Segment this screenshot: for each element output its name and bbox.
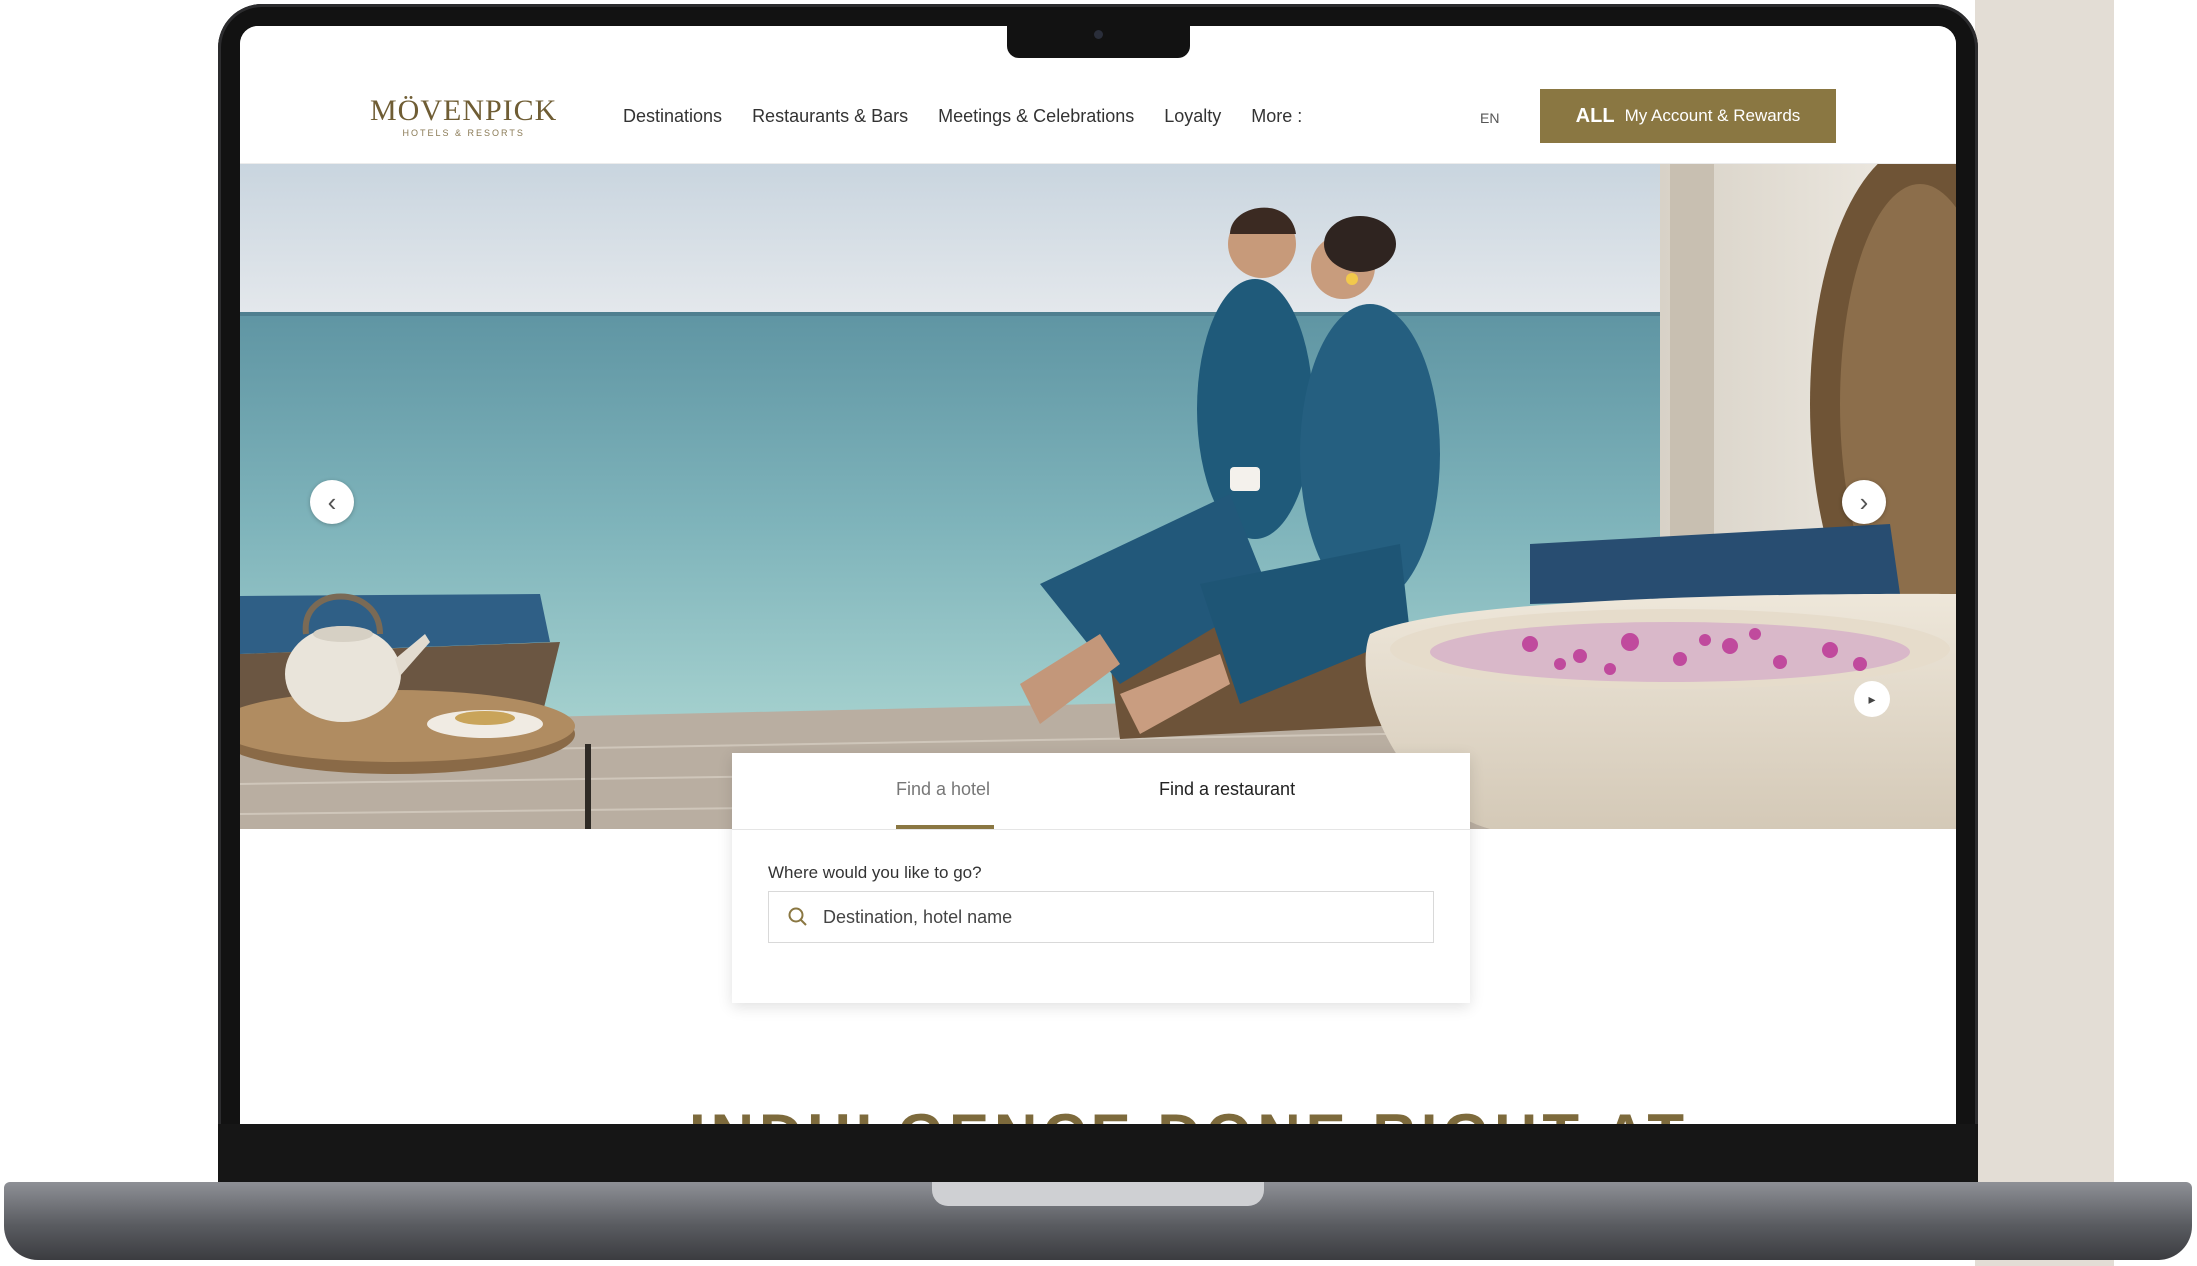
account-rewards-button[interactable]: ALL My Account & Rewards [1540, 89, 1836, 143]
logo-subtext: HOTELS & RESORTS [402, 128, 525, 138]
nav-loyalty[interactable]: Loyalty [1164, 106, 1221, 127]
hero-image [240, 164, 1956, 829]
camera-icon [1094, 30, 1103, 39]
destination-input[interactable] [821, 892, 1425, 942]
active-tab-indicator [896, 825, 994, 829]
laptop-screen: MÖVENPICK HOTELS & RESORTS Destinations … [240, 26, 1956, 1124]
logo-text: MÖVENPICK [370, 94, 558, 127]
tab-find-restaurant[interactable]: Find a restaurant [1159, 779, 1295, 800]
booking-widget: Find a hotel Find a restaurant Where wou… [732, 753, 1470, 1003]
laptop-opening-groove [932, 1182, 1264, 1206]
backdrop-panel [1975, 0, 2114, 1266]
nav-restaurants-bars[interactable]: Restaurants & Bars [752, 106, 908, 127]
nav-meetings-celebrations[interactable]: Meetings & Celebrations [938, 106, 1134, 127]
language-selector[interactable]: EN [1480, 110, 1499, 126]
chevron-left-icon: ‹ [327, 486, 337, 517]
destination-label: Where would you like to go? [768, 863, 982, 882]
play-icon: ▸ [1868, 690, 1876, 707]
chevron-right-icon: › [1859, 486, 1869, 517]
search-icon [788, 907, 807, 926]
carousel-prev-button[interactable]: ‹ [310, 480, 354, 524]
nav-more[interactable]: More : [1251, 106, 1302, 127]
account-label: My Account & Rewards [1624, 106, 1801, 125]
tab-find-hotel[interactable]: Find a hotel [896, 779, 990, 800]
hero-carousel: ‹ › ▸ [240, 164, 1956, 829]
section-heading: INDULGENCE DONE RIGHT AT [689, 1106, 1689, 1125]
destination-search-field[interactable] [768, 891, 1434, 943]
main-nav: Destinations Restaurants & Bars Meetings… [623, 106, 1302, 127]
nav-destinations[interactable]: Destinations [623, 106, 722, 127]
carousel-next-button[interactable]: › [1842, 480, 1886, 524]
all-logo-icon: ALL [1575, 104, 1615, 127]
laptop-bottom-bezel [218, 1124, 1978, 1184]
brand-logo[interactable]: MÖVENPICK HOTELS & RESORTS [370, 94, 558, 139]
booking-tabs: Find a hotel Find a restaurant [732, 753, 1470, 830]
carousel-play-button[interactable]: ▸ [1854, 681, 1890, 717]
